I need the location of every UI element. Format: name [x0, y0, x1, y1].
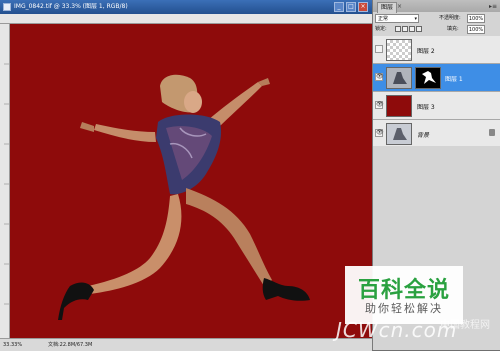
layer-row-layer2[interactable]: 图层 2	[373, 36, 500, 64]
layer-row-layer3[interactable]: 👁 图层 3	[373, 92, 500, 120]
lock-all-icon[interactable]	[416, 26, 422, 32]
visibility-toggle-off[interactable]	[375, 45, 383, 53]
opacity-label: 不透明度:	[439, 15, 461, 21]
minimize-button[interactable]: _	[334, 2, 344, 12]
layer-name: 图层 1	[445, 76, 463, 83]
background-thumbnail-image	[393, 128, 407, 140]
panel-tab-bar: 图层 × ▸≡	[373, 0, 500, 13]
layer-thumbnail	[386, 39, 412, 61]
image-canvas[interactable]	[10, 24, 372, 338]
layer-mask-image	[422, 71, 436, 84]
document-status-bar: 33.33% 文档:22.8M/67.3M	[0, 338, 372, 351]
layer-name: 图层 3	[417, 104, 435, 111]
watermark-site-sub: 中国教程网	[440, 320, 490, 331]
fill-label: 填充:	[447, 26, 459, 32]
layer-mask-thumbnail[interactable]	[415, 67, 441, 89]
opacity-input[interactable]: 100%	[467, 14, 485, 23]
layer-thumbnail	[386, 123, 412, 145]
blend-opacity-row: 正常 ▾ 不透明度: 100%	[375, 13, 499, 24]
lock-transparent-icon[interactable]	[395, 26, 401, 32]
layer-thumbnail	[386, 95, 412, 117]
tab-layers[interactable]: 图层	[377, 2, 398, 13]
layer-name: 图层 2	[417, 48, 435, 55]
ruler-ticks-vertical	[4, 63, 9, 305]
lock-label: 锁定:	[375, 26, 387, 32]
panel-menu-icon[interactable]: ▸≡	[489, 2, 497, 12]
document-titlebar[interactable]: IMG_0842.tif @ 33.3% (图层 1, RGB/8) _ □ ×	[0, 0, 372, 14]
lock-move-icon[interactable]	[409, 26, 415, 32]
lock-brush-icon[interactable]	[402, 26, 408, 32]
vertical-ruler[interactable]	[0, 24, 10, 338]
layer-row-background[interactable]: 👁 背景	[373, 120, 500, 148]
lock-icon	[489, 129, 495, 136]
fill-input[interactable]: 100%	[467, 25, 485, 34]
layer-name: 背景	[417, 132, 430, 139]
panel-close-icon[interactable]: ×	[397, 2, 402, 12]
document-icon	[3, 3, 11, 11]
blend-mode-value: 正常	[378, 16, 389, 22]
blend-mode-select[interactable]: 正常 ▾	[375, 14, 419, 23]
horizontal-ruler[interactable]	[0, 14, 372, 29]
watermark-slogan: 助你轻松解决	[365, 302, 443, 315]
eye-icon[interactable]: 👁	[375, 129, 384, 137]
layer-thumbnail	[386, 67, 412, 89]
maximize-button[interactable]: □	[346, 2, 356, 12]
close-button[interactable]: ×	[358, 2, 368, 12]
layer-row-layer1[interactable]: 👁 图层 1	[373, 64, 500, 92]
eye-icon[interactable]: 👁	[375, 73, 384, 81]
chevron-down-icon: ▾	[414, 16, 417, 22]
document-title: IMG_0842.tif @ 33.3% (图层 1, RGB/8)	[14, 3, 128, 10]
layer-thumbnail-image	[393, 72, 407, 84]
document-size-info[interactable]: 文档:22.8M/67.3M	[48, 339, 92, 351]
eye-icon[interactable]: 👁	[375, 101, 384, 109]
dancer-figure	[58, 74, 310, 320]
lock-fill-row: 锁定: 填充: 100%	[375, 24, 499, 35]
zoom-level[interactable]: 33.33%	[3, 339, 22, 351]
